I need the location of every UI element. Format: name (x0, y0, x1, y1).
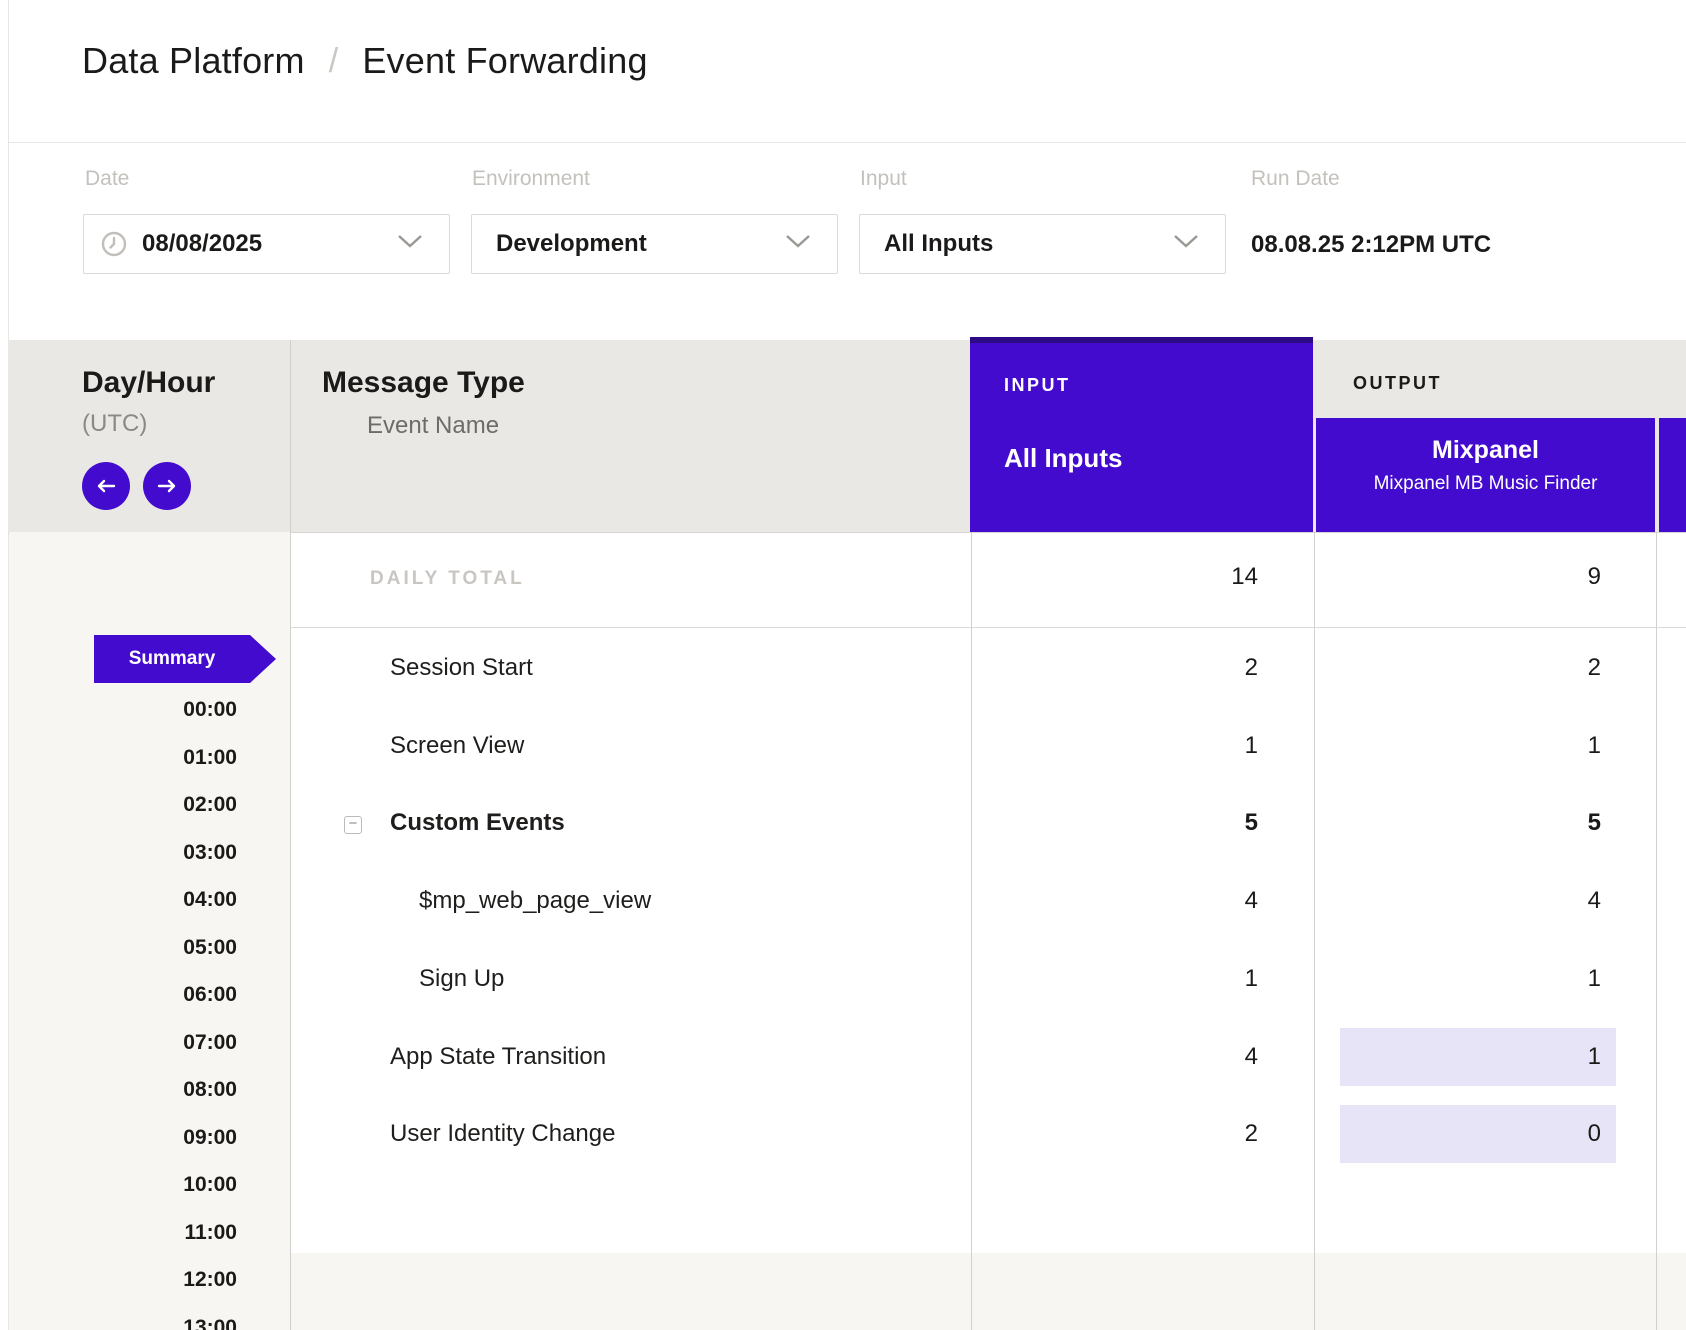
date-value: 08/08/2025 (142, 230, 262, 258)
hour-row-label[interactable]: 11:00 (8, 1220, 237, 1246)
environment-dropdown[interactable]: Development (471, 214, 838, 274)
output-count-value: 1 (1316, 1043, 1601, 1071)
input-count-value: 4 (972, 887, 1258, 915)
message-row-label[interactable]: Sign Up (419, 964, 504, 994)
hour-row-label[interactable]: 13:00 (8, 1315, 237, 1330)
hour-row-label[interactable]: 08:00 (8, 1077, 237, 1103)
date-dropdown[interactable]: 08/08/2025 (83, 214, 450, 274)
summary-badge-arrow (250, 635, 276, 683)
input-count-value: 2 (972, 654, 1258, 682)
hour-row-label[interactable]: 06:00 (8, 982, 237, 1008)
output-count-value: 1 (1316, 965, 1601, 993)
output-column-name: Mixpanel (1316, 435, 1655, 465)
message-type-header: Message Type (322, 366, 525, 400)
message-row-label[interactable]: $mp_web_page_view (419, 886, 651, 916)
event-name-subheader: Event Name (367, 412, 499, 440)
output-count-value: 1 (1316, 732, 1601, 760)
output-count-value: 2 (1316, 654, 1601, 682)
daily-total-output-value: 9 (1316, 563, 1601, 591)
message-row-label[interactable]: Screen View (390, 731, 524, 761)
hour-row-label[interactable]: 05:00 (8, 935, 237, 961)
hour-row-label[interactable]: 10:00 (8, 1172, 237, 1198)
message-row-label[interactable]: Custom Events (390, 808, 565, 838)
clock-icon (101, 231, 127, 257)
input-count-value: 1 (972, 732, 1258, 760)
input-column-divider (971, 532, 972, 1330)
hour-row-label[interactable]: 04:00 (8, 887, 237, 913)
time-column-divider (290, 340, 291, 1330)
input-column-header[interactable]: INPUT All Inputs (970, 337, 1313, 532)
daily-total-divider (291, 627, 1686, 628)
input-filter-label: Input (860, 167, 907, 191)
event-forwarding-page: Data Platform / Event Forwarding Date En… (0, 0, 1686, 1330)
breadcrumb: Data Platform / Event Forwarding (82, 40, 648, 82)
day-hour-header: Day/Hour (82, 366, 215, 400)
chevron-down-icon (397, 234, 423, 254)
input-dropdown[interactable]: All Inputs (859, 214, 1226, 274)
next-output-column-header[interactable] (1659, 418, 1686, 532)
breadcrumb-section[interactable]: Data Platform (82, 40, 305, 82)
next-column-divider (1656, 532, 1657, 1330)
hour-row-label[interactable]: 07:00 (8, 1030, 237, 1056)
breadcrumb-separator: / (329, 42, 339, 81)
daily-total-input-value: 14 (972, 563, 1258, 591)
table-footer-band (291, 1253, 1686, 1330)
next-day-button[interactable] (143, 462, 191, 510)
arrow-left-icon (95, 478, 117, 494)
hour-row-label[interactable]: 03:00 (8, 840, 237, 866)
output-group-label: OUTPUT (1353, 373, 1442, 394)
output-count-value: 4 (1316, 887, 1601, 915)
date-filter-label: Date (85, 167, 129, 191)
previous-day-button[interactable] (82, 462, 130, 510)
input-count-value: 1 (972, 965, 1258, 993)
hour-row-label[interactable]: 09:00 (8, 1125, 237, 1151)
output-count-value: 5 (1316, 809, 1601, 837)
input-group-label: INPUT (1004, 375, 1071, 396)
environment-filter-label: Environment (472, 167, 590, 191)
run-date-label: Run Date (1251, 167, 1340, 191)
collapse-icon[interactable]: − (344, 816, 362, 834)
arrow-right-icon (156, 478, 178, 494)
output-count-value: 0 (1316, 1120, 1601, 1148)
hour-row-label[interactable]: 00:00 (8, 697, 237, 723)
daily-total-label: DAILY TOTAL (370, 568, 525, 590)
header-divider (8, 142, 1686, 143)
page-title: Event Forwarding (362, 40, 647, 82)
input-value: All Inputs (884, 230, 993, 258)
input-count-value: 4 (972, 1043, 1258, 1071)
hour-row-label[interactable]: 12:00 (8, 1267, 237, 1293)
input-count-value: 2 (972, 1120, 1258, 1148)
summary-row-badge[interactable]: Summary (94, 635, 250, 683)
run-date-value: 08.08.25 2:12PM UTC (1251, 231, 1491, 259)
input-column-name: All Inputs (1004, 443, 1122, 474)
message-row-label[interactable]: User Identity Change (390, 1119, 615, 1149)
input-count-value: 5 (972, 809, 1258, 837)
chevron-down-icon (785, 234, 811, 254)
hour-row-label[interactable]: 02:00 (8, 792, 237, 818)
day-hour-timezone: (UTC) (82, 410, 147, 438)
chevron-down-icon (1173, 234, 1199, 254)
output-column-header[interactable]: Mixpanel Mixpanel MB Music Finder (1316, 418, 1655, 532)
output-column-subtitle: Mixpanel MB Music Finder (1316, 472, 1655, 496)
output-column-divider (1314, 532, 1315, 1330)
message-row-label[interactable]: Session Start (390, 653, 533, 683)
environment-value: Development (496, 230, 647, 258)
message-row-label[interactable]: App State Transition (390, 1042, 606, 1072)
hour-row-label[interactable]: 01:00 (8, 745, 237, 771)
